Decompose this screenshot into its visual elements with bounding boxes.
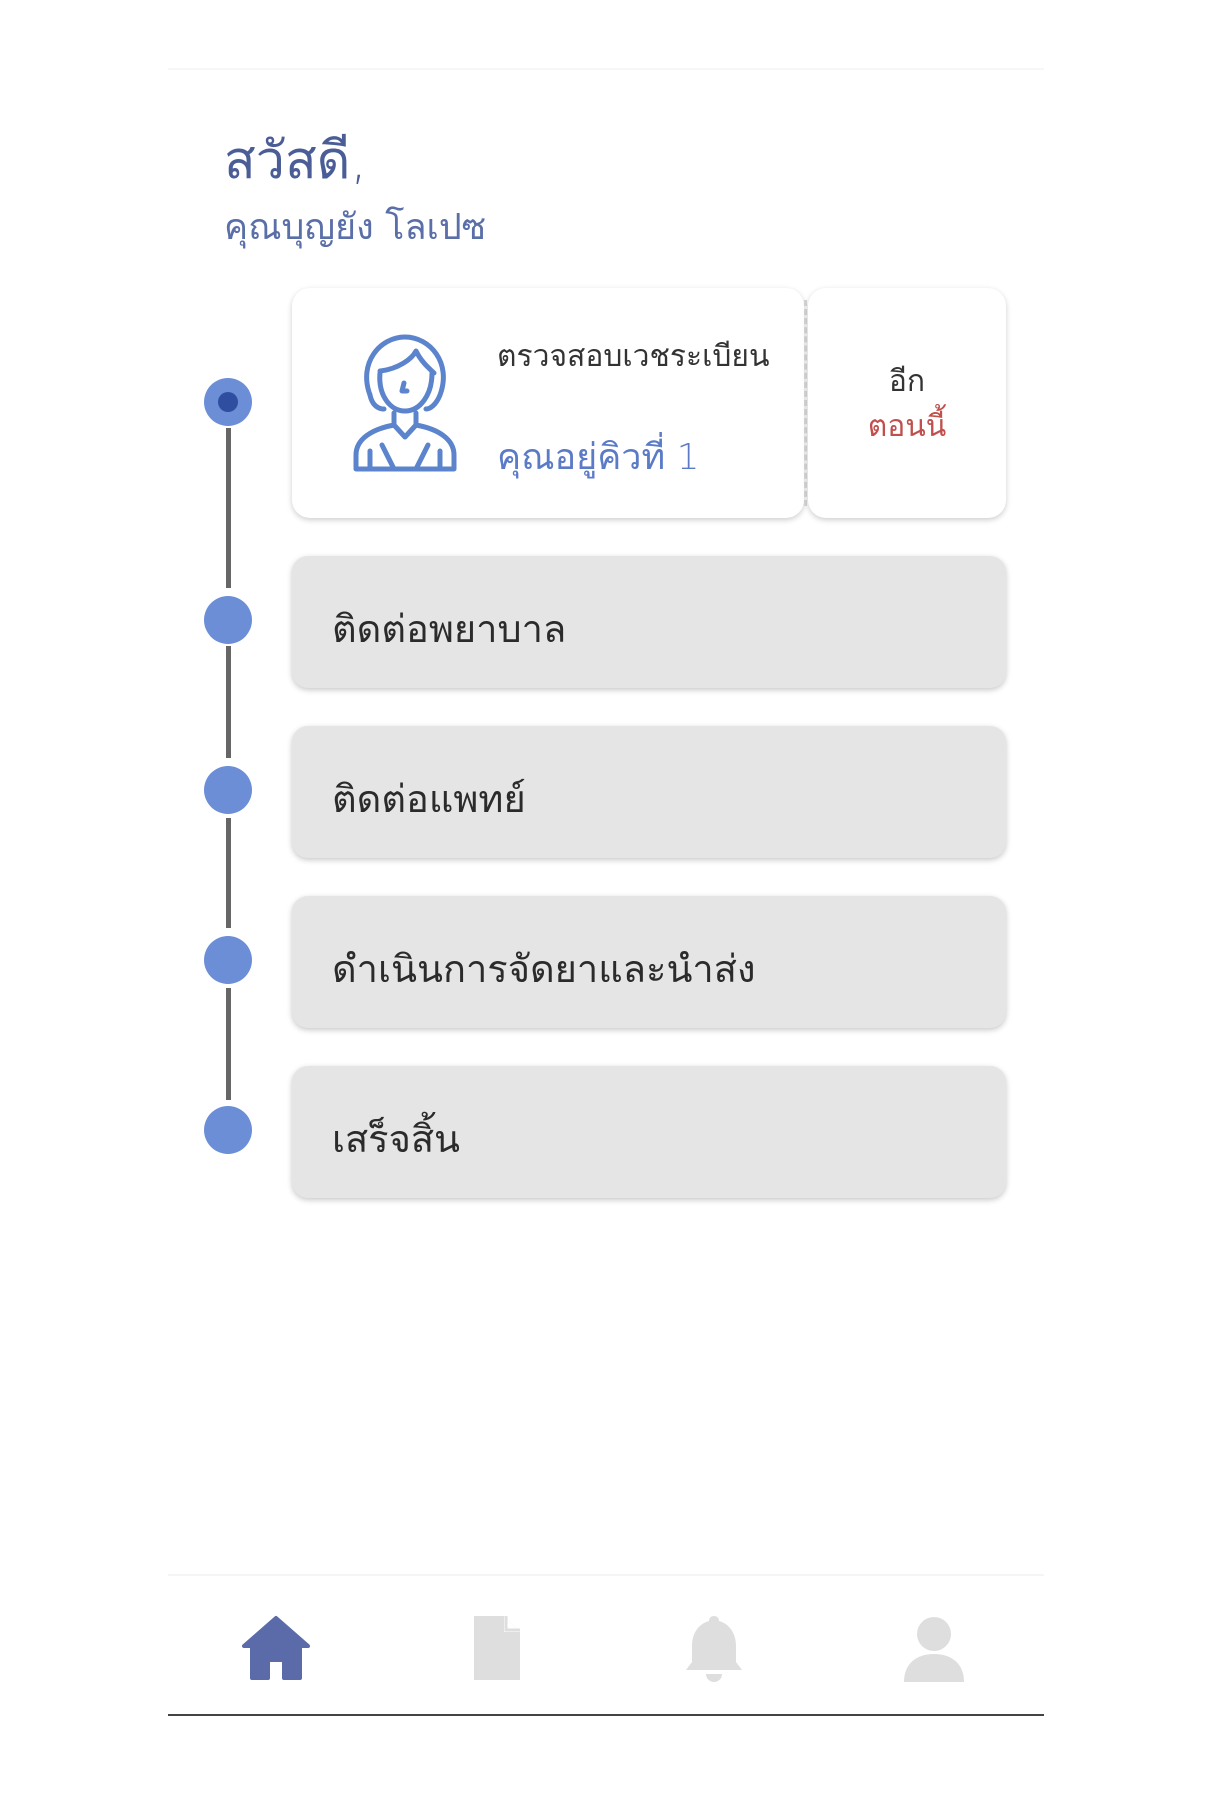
ticket-divider: [804, 300, 807, 506]
user-icon[interactable]: [898, 1612, 970, 1684]
step-label: ดำเนินการจัดยาและนำส่ง: [332, 947, 756, 991]
timeline-dot: [204, 1106, 252, 1154]
step-card-doctor[interactable]: ติดต่อแพทย์: [292, 726, 1006, 858]
timeline-dot: [204, 596, 252, 644]
user-name: คุณบุญยัง โลเปซ: [224, 207, 487, 248]
greeting-title: สวัสดี,: [224, 131, 367, 191]
patient-avatar-icon: [353, 334, 457, 472]
step-card-nurse[interactable]: ติดต่อพยาบาล: [292, 556, 1006, 688]
step-label: ติดต่อแพทย์: [332, 777, 526, 821]
queue-status: คุณอยู่คิวที่ 1: [497, 437, 700, 478]
bell-icon[interactable]: [678, 1612, 750, 1684]
timeline-connector: [226, 646, 231, 758]
step-label: ติดต่อพยาบาล: [332, 607, 567, 651]
step-label: เสร็จสิ้น: [332, 1117, 461, 1161]
header-divider: [168, 68, 1044, 70]
document-icon[interactable]: [460, 1612, 532, 1684]
bottom-nav-baseline: [168, 1714, 1044, 1716]
remaining-time-card: อีก ตอนนี้: [808, 288, 1006, 518]
timeline-dot: [204, 766, 252, 814]
timeline-connector: [226, 818, 231, 928]
current-step-card[interactable]: ตรวจสอบเวชระเบียน คุณอยู่คิวที่ 1: [292, 288, 804, 518]
timeline-connector: [226, 428, 231, 588]
timeline-dot-current: [204, 378, 252, 426]
timeline-connector: [226, 988, 231, 1100]
current-step-title: ตรวจสอบเวชระเบียน: [497, 339, 770, 374]
remaining-value: ตอนนี้: [867, 409, 947, 444]
home-icon[interactable]: [240, 1612, 312, 1684]
step-card-done[interactable]: เสร็จสิ้น: [292, 1066, 1006, 1198]
timeline-dot: [204, 936, 252, 984]
bottom-nav-divider: [168, 1574, 1044, 1576]
step-card-medication[interactable]: ดำเนินการจัดยาและนำส่ง: [292, 896, 1006, 1028]
remaining-label: อีก: [888, 364, 926, 399]
